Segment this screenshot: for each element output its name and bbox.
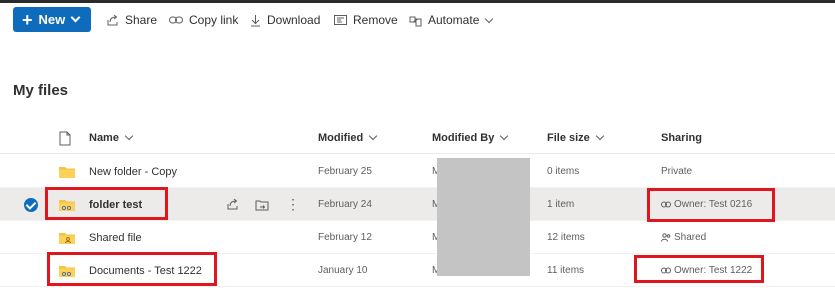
column-file-size[interactable]: File size (547, 131, 605, 144)
file-size: 12 items (547, 232, 585, 243)
column-sharing[interactable]: Sharing (661, 132, 702, 144)
chevron-down-icon (70, 12, 81, 23)
more-options-icon[interactable]: ⋮ (286, 188, 300, 221)
chevron-down-icon (368, 131, 378, 141)
modified-date: January 10 (318, 265, 368, 276)
chevron-down-icon (485, 14, 494, 23)
sharing-status: Private (661, 166, 693, 177)
remove-icon (334, 15, 347, 25)
automate-icon (409, 16, 422, 26)
highlight-box-folder-test (45, 187, 168, 220)
file-size: 11 items (547, 265, 585, 276)
move-icon (255, 200, 269, 210)
share-icon (227, 198, 238, 210)
column-file-size-label: File size (547, 132, 590, 144)
file-type-icon[interactable] (59, 131, 71, 146)
highlight-box-owner-0216 (647, 188, 775, 222)
remove-button[interactable]: Remove (334, 10, 398, 30)
new-button[interactable]: + New (13, 7, 91, 32)
column-header-row: Name Modified Modified By File size Shar… (0, 122, 835, 154)
modified-date: February 25 (318, 166, 372, 177)
table-row[interactable]: New folder - Copy February 25 M 0 items … (0, 155, 835, 188)
table-row[interactable]: Shared file February 12 M 12 items Share… (0, 221, 835, 254)
column-name[interactable]: Name (89, 131, 134, 144)
column-sharing-label: Sharing (661, 132, 702, 144)
copy-link-label: Copy link (189, 13, 239, 27)
folder-icon (59, 167, 75, 178)
highlight-box-documents (47, 252, 217, 286)
remove-label: Remove (353, 13, 398, 27)
column-modified-by-label: Modified By (432, 132, 495, 144)
download-label: Download (267, 13, 321, 27)
file-name[interactable]: New folder - Copy (89, 155, 177, 188)
modified-date: February 24 (318, 199, 372, 210)
chevron-down-icon (595, 131, 605, 141)
command-bar: + New Share Copy link Download Remove Au… (0, 3, 835, 37)
automate-label: Automate (428, 13, 480, 27)
file-size: 1 item (547, 199, 575, 210)
sharing-label: Shared (674, 232, 707, 243)
download-icon (251, 14, 260, 26)
download-button[interactable]: Download (250, 10, 320, 30)
sharing-status: Shared (661, 221, 706, 254)
plus-icon: + (22, 9, 33, 30)
chevron-down-icon (124, 131, 134, 141)
column-name-label: Name (89, 132, 119, 144)
selected-checkmark-icon[interactable] (24, 198, 38, 212)
page-title: My files (13, 82, 69, 99)
column-modified-label: Modified (318, 132, 364, 144)
row-share-button[interactable] (226, 188, 239, 221)
redaction-block (437, 158, 530, 276)
automate-button[interactable]: Automate (409, 10, 494, 30)
shared-folder-icon (59, 233, 75, 244)
file-size: 0 items (547, 166, 580, 177)
chevron-down-icon (500, 131, 509, 141)
highlight-box-owner-1222 (634, 255, 764, 283)
share-icon (107, 14, 118, 25)
share-button[interactable]: Share (106, 10, 157, 30)
copy-link-button[interactable]: Copy link (169, 10, 238, 30)
people-icon (661, 233, 671, 242)
column-modified[interactable]: Modified (318, 131, 378, 144)
new-button-label: New (38, 12, 66, 27)
modified-date: February 12 (318, 232, 372, 243)
file-name[interactable]: Shared file (89, 221, 142, 254)
row-move-button[interactable] (255, 188, 269, 221)
link-icon (169, 16, 183, 24)
share-label: Share (125, 13, 158, 27)
column-modified-by[interactable]: Modified By (432, 131, 509, 144)
